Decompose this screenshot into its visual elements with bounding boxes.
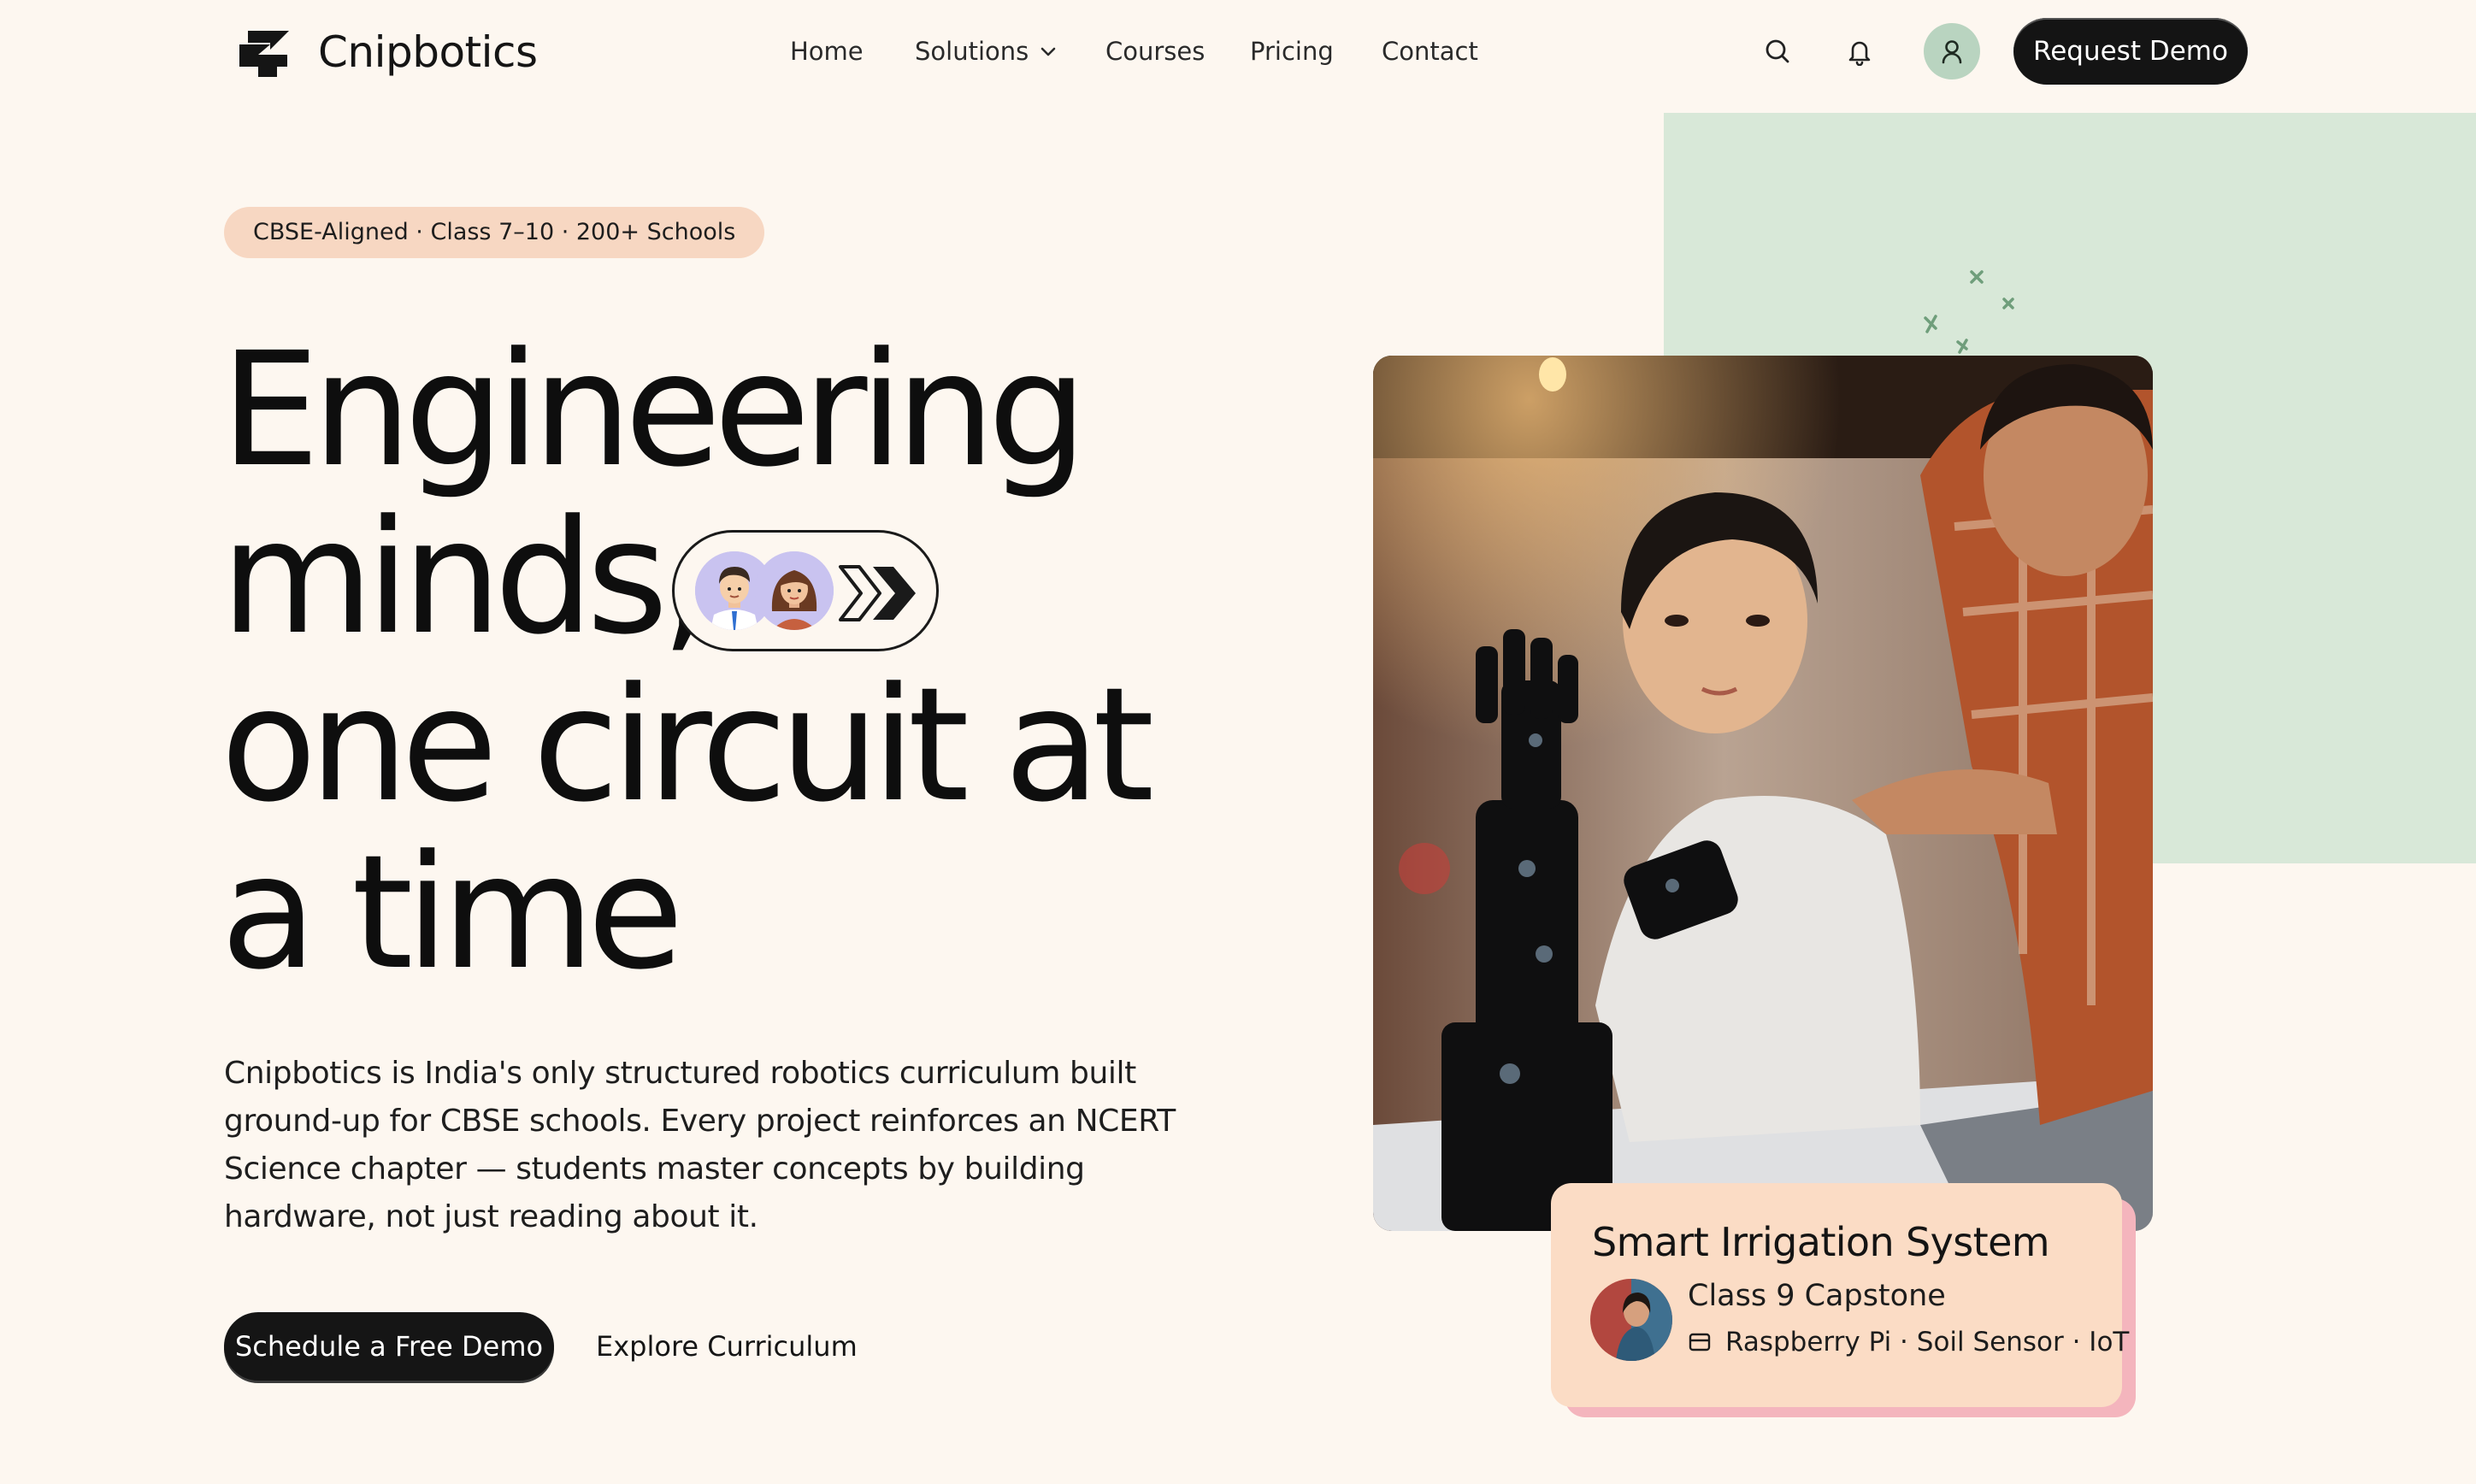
hero-badge: CBSE-Aligned · Class 7–10 · 200+ Schools [224,207,765,258]
headline-line-1: Engineering [221,319,1088,502]
chevron-down-icon [1041,47,1056,56]
headline-line-3: one circuit at [221,654,1154,837]
search-button[interactable] [1753,26,1802,76]
request-demo-button[interactable]: Request Demo [2013,18,2248,85]
hero-photo [1373,356,2153,1231]
headline-line-4: a time [221,822,684,1004]
avatar-arrow-chip [672,530,939,651]
students-robotics-photo [1373,356,2153,1231]
project-card-subtitle: Class 9 Capstone [1688,1279,1946,1313]
bell-icon [1848,41,1871,66]
student-avatar-girl [755,551,834,630]
notifications-button[interactable] [1835,26,1884,76]
nav-courses-link[interactable]: Courses [1105,32,1205,70]
double-arrow-icon [839,565,916,621]
nav-pricing-link[interactable]: Pricing [1250,32,1334,70]
explore-curriculum-link[interactable]: Explore Curriculum [596,1327,858,1366]
nav-contact-link[interactable]: Contact [1382,32,1478,70]
sparkle-decoration-icon [1924,270,2014,354]
project-card-meta-text: Raspberry Pi · Soil Sensor · IoT [1725,1327,2130,1357]
project-card-title: Smart Irrigation System [1592,1219,2050,1265]
user-profile-button[interactable] [1924,23,1980,80]
brand-logo-icon[interactable] [236,24,292,80]
user-icon [1942,40,1962,64]
top-navigation: Cnipbotics Home Solutions Courses Pricin… [0,0,2476,106]
project-student-avatar [1590,1279,1672,1361]
nav-solutions-label: Solutions [915,37,1029,66]
nav-home-link[interactable]: Home [790,32,864,70]
project-card[interactable]: Smart Irrigation System Class 9 Capstone… [1551,1183,2129,1407]
hardware-board-icon [1689,1333,1711,1352]
search-icon [1766,39,1789,63]
hero-description: Cnipbotics is India's only structured ro… [224,1056,1176,1234]
nav-solutions-menu[interactable]: Solutions [915,32,1059,70]
brand-name[interactable]: Cnipbotics [318,24,538,80]
project-card-meta: Raspberry Pi · Soil Sensor · IoT [1688,1327,2129,1357]
headline-line-2: minds, [221,486,710,669]
schedule-demo-button[interactable]: Schedule a Free Demo [224,1312,554,1381]
